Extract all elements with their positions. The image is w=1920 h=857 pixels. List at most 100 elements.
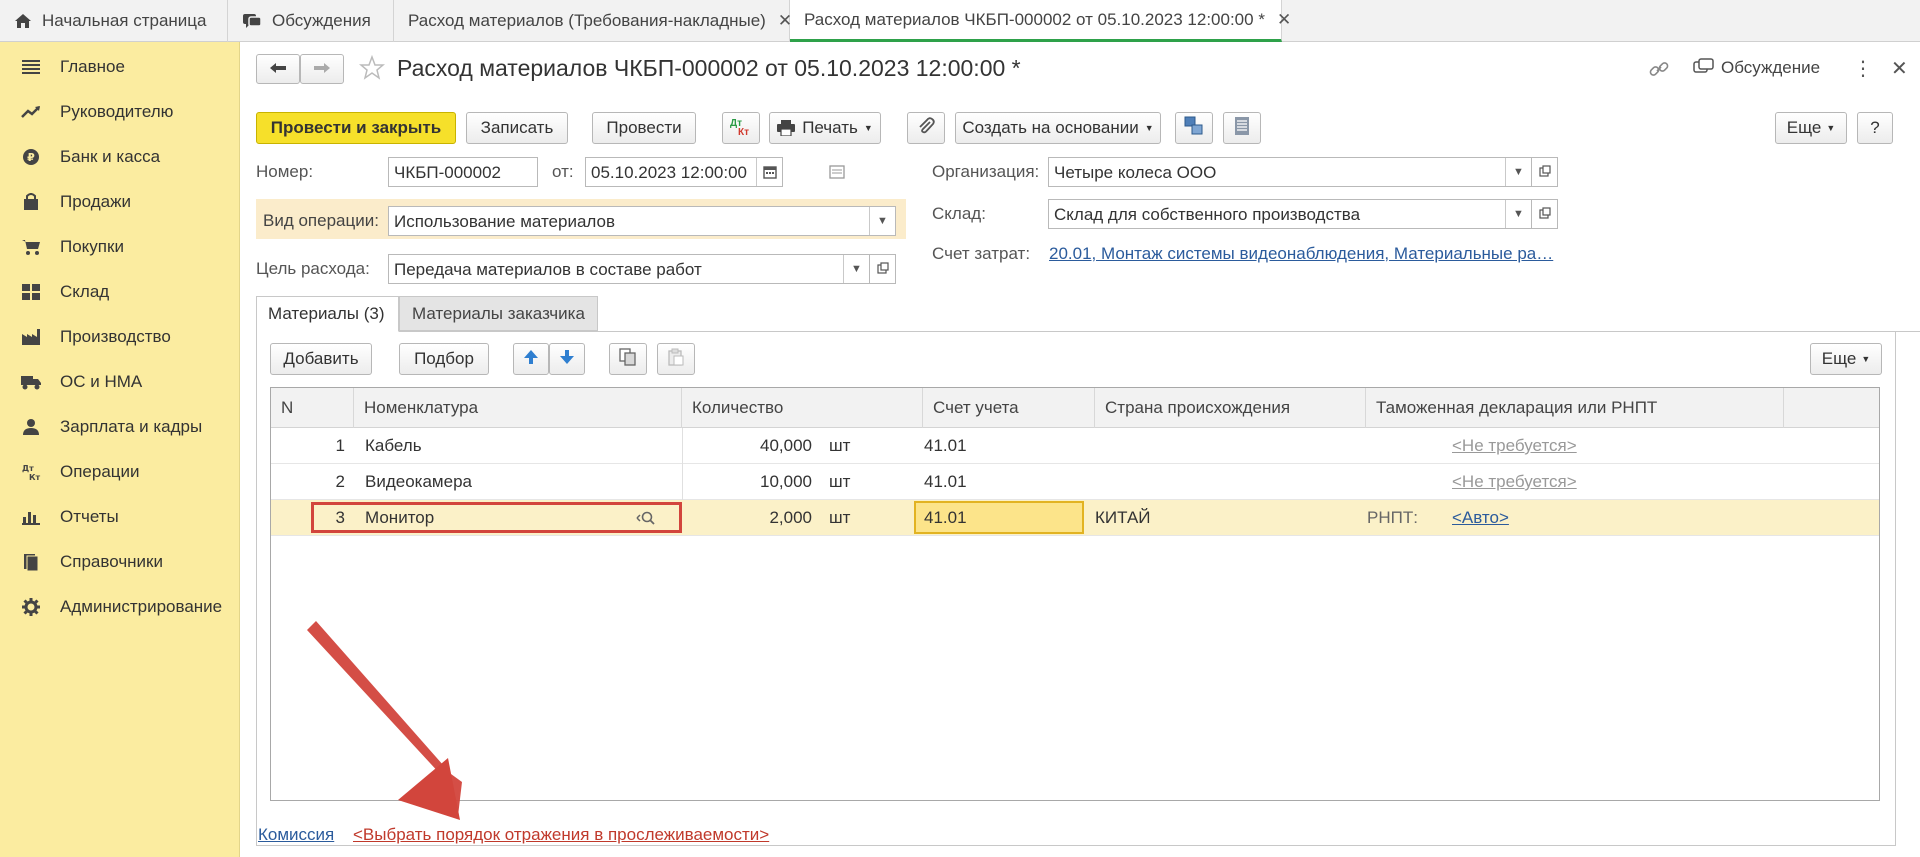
date-field[interactable]: 05.10.2023 12:00:00 [585,157,783,187]
move-down-button[interactable] [549,343,585,375]
sidebar-item-production[interactable]: Производство [0,314,239,359]
open-purpose-button[interactable] [870,254,896,284]
add-row-button[interactable]: Добавить [270,343,372,375]
close-icon[interactable]: ✕ [1277,10,1291,30]
link-icon[interactable] [1649,59,1669,84]
open-org-button[interactable] [1532,157,1558,187]
column-header[interactable]: Номенклатура [354,388,682,428]
sidebar-item-main[interactable]: Главное [0,44,239,89]
sidebar-item-label: Производство [60,326,171,346]
warehouse-select[interactable]: Склад для собственного производства ▼ [1048,199,1532,229]
tab-materials-list[interactable]: Расход материалов (Требования-накладные)… [394,0,792,42]
quantity-cell[interactable]: 2,000 [682,500,812,536]
tab-customer-materials[interactable]: Материалы заказчика [399,296,598,331]
sidebar-item-fixed-assets[interactable]: ОС и НМА [0,359,239,404]
item-cell[interactable]: Кабель [365,428,675,464]
op-type-select[interactable]: Использование материалов ▼ [388,206,896,236]
table-row[interactable]: 1 Кабель 40,000 шт 41.01 <Не требуется> [271,428,1879,464]
chevron-down-icon[interactable]: ▼ [1505,158,1531,186]
post-button[interactable]: Провести [592,112,696,144]
unit-cell[interactable]: шт [829,500,889,536]
search-icon[interactable] [635,509,657,532]
create-based-label: Создать на основании [962,118,1139,137]
tab-current-document[interactable]: Расход материалов ЧКБП-000002 от 05.10.2… [790,0,1291,42]
table-row[interactable]: 2 Видеокамера 10,000 шт 41.01 <Не требуе… [271,464,1879,500]
sidebar-item-bank[interactable]: ₽ Банк и касса [0,134,239,179]
tab-home[interactable]: Начальная страница [0,0,228,42]
more-actions-icon[interactable]: ⋮ [1853,56,1873,81]
org-select[interactable]: Четыре колеса ООО ▼ [1048,157,1532,187]
column-header[interactable]: Счет учета [923,388,1095,428]
account-cell[interactable]: 41.01 [924,500,1074,536]
help-button[interactable]: ? [1857,112,1893,144]
paste-button[interactable] [657,343,695,375]
unit-cell[interactable]: шт [829,428,889,464]
tab-label: Расход материалов ЧКБП-000002 от 05.10.2… [804,9,1265,29]
column-header[interactable]: Количество [682,388,923,428]
sidebar-item-purchases[interactable]: Покупки [0,224,239,269]
table-more-button[interactable]: Еще ▼ [1810,343,1882,375]
dt-kt-button[interactable]: Дт Кт [722,112,760,144]
chevron-down-icon: ▼ [863,123,873,133]
sidebar-item-payroll[interactable]: Зарплата и кадры [0,404,239,449]
sidebar-item-operations[interactable]: Дт Кт Операции [0,449,239,494]
customs-cell[interactable]: <Не требуется> [1452,428,1652,464]
column-header[interactable]: Страна происхождения [1095,388,1366,428]
chevron-down-icon[interactable]: ▼ [869,207,895,235]
customs-cell[interactable]: <Авто> [1452,500,1652,536]
sidebar-item-manager[interactable]: Руководителю [0,89,239,134]
books-icon [20,551,42,573]
purpose-select[interactable]: Передача материалов в составе работ ▼ [388,254,870,284]
pick-button[interactable]: Подбор [399,343,489,375]
back-button[interactable] [256,54,300,84]
copy-button[interactable] [609,343,647,375]
column-header[interactable]: Таможенная декларация или РНПТ [1366,388,1784,428]
customs-cell[interactable]: <Не требуется> [1452,464,1652,500]
item-cell[interactable]: Монитор [365,500,625,536]
quantity-cell[interactable]: 10,000 [682,464,812,500]
tab-discussions[interactable]: Обсуждения [228,0,394,42]
unit-cell[interactable]: шт [829,464,889,500]
save-button[interactable]: Записать [466,112,568,144]
calendar-icon[interactable] [756,158,782,186]
forward-button[interactable] [300,54,344,84]
open-warehouse-button[interactable] [1532,199,1558,229]
sidebar-item-catalogs[interactable]: Справочники [0,539,239,584]
warehouse-icon [20,281,42,303]
structure-icon [1184,116,1204,141]
item-cell[interactable]: Видеокамера [365,464,675,500]
create-based-on-button[interactable]: Создать на основании ▼ [955,112,1161,144]
account-cell[interactable]: 41.01 [924,428,1084,464]
org-value: Четыре колеса ООО [1054,163,1217,182]
chevron-down-icon[interactable]: ▼ [1505,200,1531,228]
close-form-icon[interactable]: ✕ [1891,56,1908,81]
number-field[interactable]: ЧКБП-000002 [388,157,538,187]
post-and-close-button[interactable]: Провести и закрыть [256,112,456,144]
star-icon[interactable] [358,54,386,86]
attach-button[interactable] [907,112,945,144]
arrow-down-icon [559,349,575,370]
discussion-button[interactable]: Обсуждение [1721,58,1820,78]
print-button[interactable]: Печать ▼ [769,112,881,144]
menu-icon [20,56,42,78]
sidebar-item-reports[interactable]: Отчеты [0,494,239,539]
more-button[interactable]: Еще ▼ [1775,112,1847,144]
table-row-selected[interactable]: 3 Монитор 2,000 шт 41.01 КИТАЙ РНПТ: <Ав… [271,500,1879,536]
structure-button[interactable] [1175,112,1213,144]
chevron-down-icon[interactable]: ▼ [843,255,869,283]
cost-account-link[interactable]: 20.01, Монтаж системы видеонаблюдения, М… [1049,244,1553,264]
traceability-link[interactable]: <Выбрать порядок отражения в прослеживае… [353,825,769,845]
commission-link[interactable]: Комиссия [258,825,334,845]
sidebar-item-sales[interactable]: Продажи [0,179,239,224]
move-up-button[interactable] [513,343,549,375]
report-button[interactable] [1223,112,1261,144]
tab-materials[interactable]: Материалы (3) [256,296,399,332]
sidebar-item-admin[interactable]: Администрирование [0,584,239,629]
sidebar-item-warehouse[interactable]: Склад [0,269,239,314]
country-cell[interactable]: КИТАЙ [1095,500,1345,536]
column-header[interactable]: N [271,388,354,428]
account-cell[interactable]: 41.01 [924,464,1084,500]
print-label: Печать [802,118,858,137]
quantity-cell[interactable]: 40,000 [682,428,812,464]
history-icon[interactable] [829,164,845,184]
